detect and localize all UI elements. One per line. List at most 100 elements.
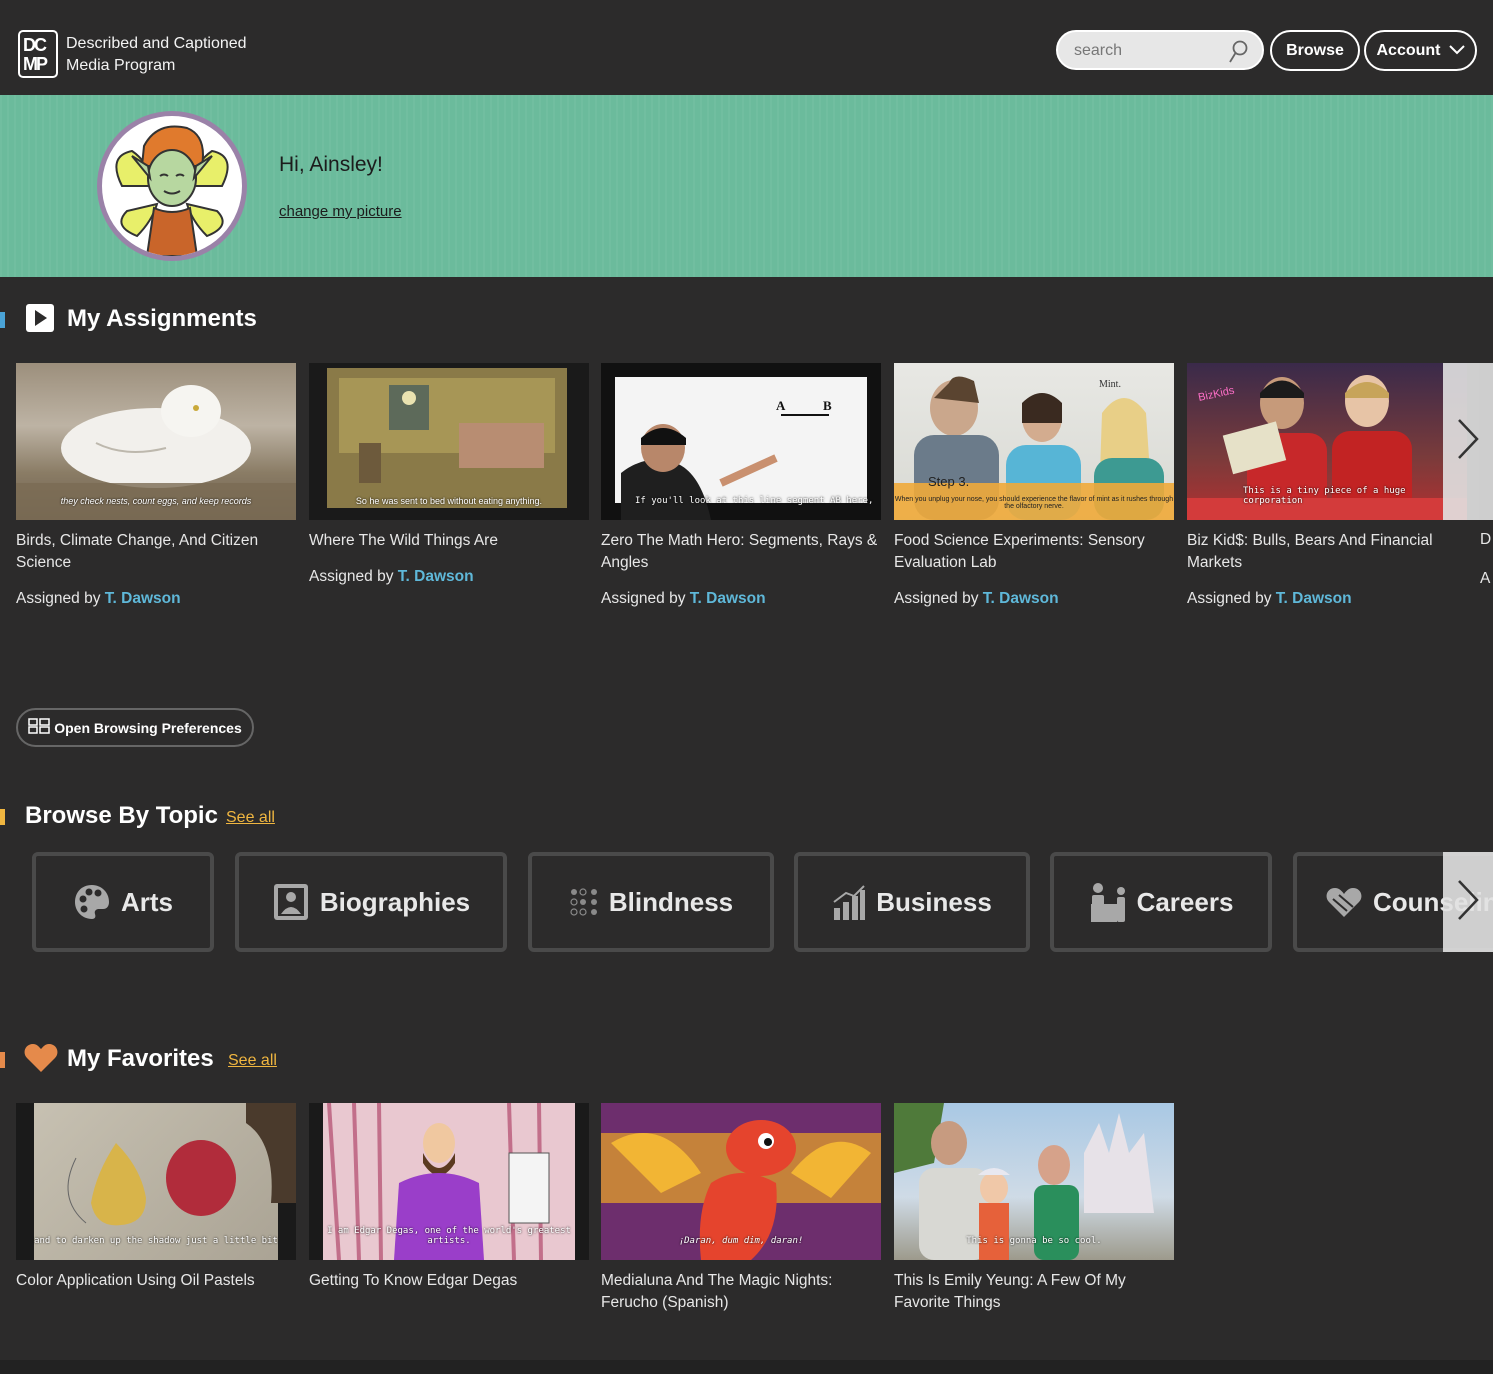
topic-label: Careers bbox=[1136, 886, 1234, 917]
dcmp-logo[interactable]: DC MP bbox=[18, 30, 58, 78]
video-title[interactable]: Food Science Experiments: Sensory Evalua… bbox=[894, 530, 1174, 574]
favorites-see-all-link[interactable]: See all bbox=[228, 1052, 277, 1070]
svg-text:Mint.: Mint. bbox=[1099, 379, 1121, 390]
grid-layout-icon bbox=[28, 718, 50, 737]
video-caption: I am Edgar Degas, one of the world's gre… bbox=[327, 1226, 571, 1246]
video-thumbnail[interactable]: Mint. Step 3. When you unplug your nose,… bbox=[894, 363, 1174, 520]
topic-label: Business bbox=[876, 886, 992, 917]
video-thumbnail[interactable]: and to darken up the shadow just a littl… bbox=[16, 1103, 296, 1260]
hands-heart-icon bbox=[1326, 888, 1362, 917]
topics-see-all-link[interactable]: See all bbox=[226, 809, 275, 827]
favorite-card[interactable]: and to darken up the shadow just a littl… bbox=[16, 1103, 296, 1292]
assignment-card[interactable]: Mint. Step 3. When you unplug your nose,… bbox=[894, 363, 1174, 608]
video-thumbnail[interactable]: BizKids This is a tiny piece of a huge c… bbox=[1187, 363, 1467, 520]
topics-title: Browse By Topic bbox=[25, 802, 218, 829]
assignment-card[interactable]: they check nests, count eggs, and keep r… bbox=[16, 363, 296, 608]
search-input[interactable] bbox=[1074, 40, 1234, 62]
video-thumbnail[interactable]: ¡Daran, dum dim, daran! bbox=[601, 1103, 881, 1260]
heart-icon bbox=[24, 1043, 58, 1078]
open-preferences-button[interactable]: Open Browsing Preferences bbox=[16, 708, 254, 747]
video-title[interactable]: Biz Kid$: Bulls, Bears And Financial Mar… bbox=[1187, 530, 1467, 574]
open-preferences-label: Open Browsing Preferences bbox=[54, 719, 242, 736]
assignments-section-marker bbox=[0, 312, 5, 328]
topic-tile-arts[interactable]: Arts bbox=[32, 852, 214, 952]
video-thumbnail[interactable]: they check nests, count eggs, and keep r… bbox=[16, 363, 296, 520]
favorite-card[interactable]: This is gonna be so cool. This Is Emily … bbox=[894, 1103, 1174, 1314]
topics-next-button[interactable] bbox=[1443, 852, 1493, 952]
assignment-card[interactable]: So he was sent to bed without eating any… bbox=[309, 363, 589, 586]
browse-button-label: Browse bbox=[1286, 41, 1344, 59]
assignments-next-button[interactable] bbox=[1443, 363, 1493, 520]
topic-label: Blindness bbox=[608, 886, 734, 917]
topic-label: Arts bbox=[120, 886, 173, 917]
video-thumbnail[interactable]: This is gonna be so cool. bbox=[894, 1103, 1174, 1260]
video-caption: When you unplug your nose, you should ex… bbox=[894, 496, 1174, 510]
video-title[interactable]: Where The Wild Things Are bbox=[309, 530, 589, 552]
brand-name[interactable]: Described and Captioned Media Program bbox=[66, 33, 286, 77]
top-header: DC MP Described and Captioned Media Prog… bbox=[0, 0, 1493, 95]
video-title[interactable]: This Is Emily Yeung: A Few Of My Favorit… bbox=[894, 1270, 1174, 1314]
topic-tile-biographies[interactable]: Biographies bbox=[235, 852, 507, 952]
chevron-right-icon bbox=[1456, 418, 1480, 465]
chevron-down-icon bbox=[1448, 42, 1465, 60]
brand-line-2: Media Program bbox=[66, 57, 176, 74]
topic-tile-careers[interactable]: Careers bbox=[1050, 852, 1272, 952]
assigned-by: Assigned by T. Dawson bbox=[16, 590, 296, 608]
fairy-avatar-icon bbox=[115, 125, 229, 256]
topic-tile-business[interactable]: Business bbox=[794, 852, 1030, 952]
video-title[interactable]: Getting To Know Edgar Degas bbox=[309, 1270, 589, 1292]
account-button[interactable]: Account bbox=[1364, 30, 1477, 71]
video-caption: This is a tiny piece of a huge corporati… bbox=[1243, 486, 1406, 506]
video-caption: and to darken up the shadow just a littl… bbox=[34, 1236, 278, 1246]
search-icon[interactable] bbox=[1228, 40, 1248, 64]
video-title[interactable]: Medialuna And The Magic Nights: Ferucho … bbox=[601, 1270, 881, 1314]
svg-text:B: B bbox=[823, 398, 832, 413]
logo-text-bottom: MP bbox=[23, 54, 48, 74]
portrait-icon bbox=[273, 884, 308, 920]
svg-text:A: A bbox=[776, 398, 786, 413]
video-thumbnail[interactable]: So he was sent to bed without eating any… bbox=[309, 363, 589, 520]
svg-text:BizKids: BizKids bbox=[1197, 384, 1236, 403]
page-footer-edge bbox=[0, 1360, 1493, 1374]
change-picture-link[interactable]: change my picture bbox=[279, 203, 402, 220]
partial-assigned-by: A bbox=[1480, 570, 1491, 587]
braille-icon bbox=[570, 888, 597, 916]
worker-icon bbox=[1090, 883, 1125, 922]
teacher-link[interactable]: T. Dawson bbox=[105, 590, 181, 607]
svg-text:Step 3.: Step 3. bbox=[928, 474, 969, 489]
assigned-by: Assigned by T. Dawson bbox=[1187, 590, 1467, 608]
assigned-by-prefix: Assigned by bbox=[1187, 590, 1272, 607]
assigned-by: Assigned by T. Dawson bbox=[309, 568, 589, 586]
palette-icon bbox=[74, 885, 109, 919]
assigned-by: Assigned by T. Dawson bbox=[601, 590, 881, 608]
assigned-by: Assigned by T. Dawson bbox=[894, 590, 1174, 608]
teacher-link[interactable]: T. Dawson bbox=[1276, 590, 1352, 607]
video-caption: ¡Daran, dum dim, daran! bbox=[678, 1236, 804, 1246]
growth-chart-icon bbox=[833, 885, 866, 920]
video-thumbnail[interactable]: I am Edgar Degas, one of the world's gre… bbox=[309, 1103, 589, 1260]
teacher-link[interactable]: T. Dawson bbox=[398, 568, 474, 585]
video-title[interactable]: Color Application Using Oil Pastels bbox=[16, 1270, 296, 1292]
favorite-card[interactable]: ¡Daran, dum dim, daran! Medialuna And Th… bbox=[601, 1103, 881, 1314]
video-caption: This is gonna be so cool. bbox=[966, 1236, 1102, 1246]
topic-tile-blindness[interactable]: Blindness bbox=[528, 852, 774, 952]
assignment-card[interactable]: BizKids This is a tiny piece of a huge c… bbox=[1187, 363, 1467, 608]
video-title[interactable]: Zero The Math Hero: Segments, Rays & Ang… bbox=[601, 530, 881, 574]
favorite-card[interactable]: I am Edgar Degas, one of the world's gre… bbox=[309, 1103, 589, 1292]
video-caption: they check nests, count eggs, and keep r… bbox=[60, 496, 252, 506]
teacher-link[interactable]: T. Dawson bbox=[690, 590, 766, 607]
assigned-by-prefix: Assigned by bbox=[894, 590, 979, 607]
avatar[interactable] bbox=[97, 111, 247, 261]
video-caption: So he was sent to bed without eating any… bbox=[355, 496, 543, 506]
video-caption: If you'll look at this line segment AB h… bbox=[635, 496, 874, 506]
chevron-right-icon bbox=[1456, 879, 1480, 926]
assignments-title: My Assignments bbox=[67, 305, 257, 332]
partial-video-title[interactable]: D bbox=[1480, 531, 1491, 549]
assigned-by-prefix: Assigned by bbox=[309, 568, 394, 585]
play-icon bbox=[25, 303, 55, 338]
teacher-link[interactable]: T. Dawson bbox=[983, 590, 1059, 607]
video-thumbnail[interactable]: A B If you'll look at this line segment … bbox=[601, 363, 881, 520]
browse-button[interactable]: Browse bbox=[1270, 30, 1360, 71]
assignment-card[interactable]: A B If you'll look at this line segment … bbox=[601, 363, 881, 608]
video-title[interactable]: Birds, Climate Change, And Citizen Scien… bbox=[16, 530, 296, 574]
